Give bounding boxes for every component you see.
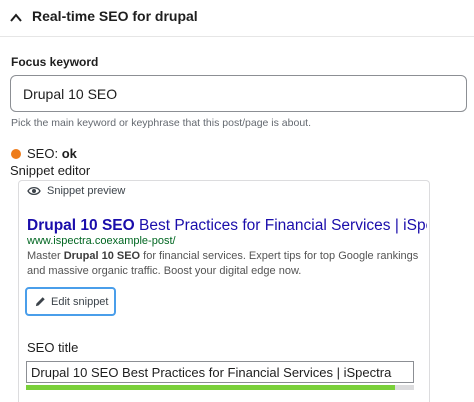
focus-keyword-help: Pick the main keyword or keyphrase that …: [11, 117, 311, 129]
serp-title-rest: Best Practices for Financial Services | …: [138, 217, 427, 234]
seo-title-length-fill: [26, 385, 395, 390]
snippet-preview-card: Snippet preview Drupal 10 SEO Best Pract…: [18, 180, 430, 402]
serp-desc-keyword: Drupal 10 SEO: [63, 250, 141, 262]
panel-title: Real-time SEO for drupal: [32, 8, 198, 24]
focus-keyword-input[interactable]: [10, 75, 467, 112]
seo-status-value: ok: [61, 146, 77, 161]
chevron-up-icon[interactable]: [9, 11, 23, 25]
edit-snippet-label: Edit snippet: [51, 295, 109, 308]
snippet-editor-label: Snippet editor: [10, 163, 91, 178]
seo-status-label: SEO:: [27, 146, 59, 161]
seo-status: SEO: ok: [27, 146, 77, 161]
snippet-preview-label: Snippet preview: [47, 185, 126, 197]
edit-snippet-button[interactable]: Edit snippet: [25, 287, 116, 316]
serp-desc-prefix: Master: [27, 250, 64, 262]
serp-url: www.ispectra.coexample-post/: [27, 235, 176, 247]
pencil-icon: [35, 297, 45, 307]
seo-title-length-bar: [26, 385, 414, 390]
eye-icon: [27, 186, 41, 196]
panel-header[interactable]: Real-time SEO for drupal: [0, 0, 474, 36]
focus-keyword-label: Focus keyword: [11, 55, 99, 69]
panel-divider: [0, 36, 474, 37]
serp-description: Master Drupal 10 SEO for financial servi…: [27, 249, 422, 279]
serp-title-keyword: Drupal 10 SEO: [27, 217, 135, 234]
seo-status-dot: [11, 149, 21, 159]
serp-title[interactable]: Drupal 10 SEO Best Practices for Financi…: [27, 217, 427, 235]
seo-title-input[interactable]: [26, 361, 414, 383]
seo-title-label: SEO title: [27, 340, 79, 355]
snippet-preview-header: Snippet preview: [27, 185, 125, 197]
